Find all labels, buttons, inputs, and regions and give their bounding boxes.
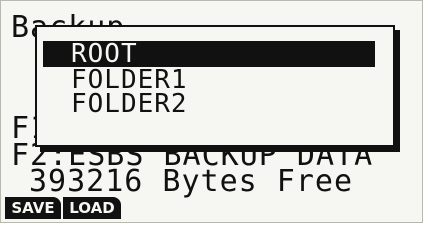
save-function-key[interactable]: SAVE [5, 197, 61, 219]
folder-item-folder2[interactable]: FOLDER2 [43, 91, 188, 117]
folder-item-root[interactable]: ROOT [43, 41, 375, 67]
free-space-readout: 393216 Bytes Free [29, 164, 354, 199]
calculator-screen: Backup F1 F2:ESBS BACKUP DATA 393216 Byt… [0, 0, 423, 223]
folder-select-popup: ROOT FOLDER1 FOLDER2 [35, 25, 395, 147]
load-function-key[interactable]: LOAD [63, 197, 121, 219]
